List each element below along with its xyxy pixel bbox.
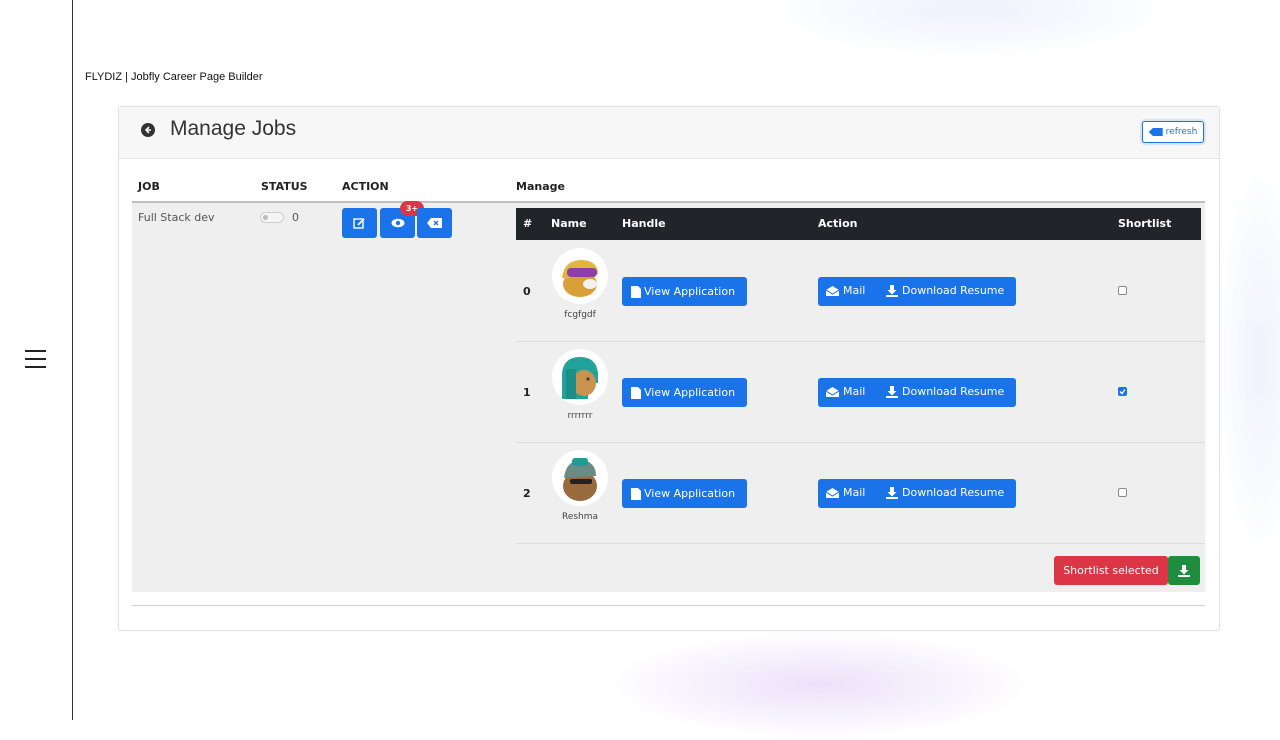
download-icon [1178,564,1190,577]
mail-label: Mail [843,284,866,297]
edit-icon [353,217,365,229]
file-icon [631,285,641,298]
manage-jobs-card: Manage Jobs refresh JOB STATUS ACTION Ma… [118,106,1220,631]
download-resume-button[interactable]: Download Resume [886,486,1004,499]
avatar [552,349,608,405]
download-resume-label: Download Resume [902,284,1005,297]
applicant-action-group: Mail Download Resume [818,277,1016,306]
view-application-label: View Application [644,285,736,298]
background-glow-top [760,0,1180,60]
view-application-button[interactable]: View Application [622,277,747,306]
table-row: 0 fcgfgdf View Application Mail Download… [516,240,1205,342]
refresh-button[interactable]: refresh [1142,121,1204,143]
mail-label: Mail [843,486,866,499]
row-index: 2 [523,487,531,500]
view-application-label: View Application [644,487,736,500]
back-arrow-icon[interactable] [141,123,155,137]
eye-icon [391,218,404,228]
applicant-name: Reshma [561,512,599,522]
th-action: Action [818,217,858,230]
mail-button[interactable]: Mail [826,486,865,499]
backspace-icon [1148,128,1163,136]
sidebar-divider [72,0,73,720]
shortlist-checkbox[interactable] [1118,387,1127,396]
row-index: 1 [523,386,531,399]
row-index: 0 [523,285,531,298]
edit-job-button[interactable] [342,208,377,238]
applicants-table-header: # Name Handle Action Shortlist [516,208,1201,240]
job-name: Full Stack dev [138,211,215,224]
backspace-icon [427,218,442,228]
th-name: Name [551,217,587,230]
mail-button[interactable]: Mail [826,284,865,297]
envelope-icon [826,285,839,296]
column-header-manage: Manage [516,180,565,193]
delete-job-button[interactable] [417,208,452,238]
download-resume-button[interactable]: Download Resume [886,385,1004,398]
file-icon [631,487,641,500]
brand-title: FLYDIZ | Jobfly Career Page Builder [85,71,263,83]
shortlist-selected-button[interactable]: Shortlist selected [1054,556,1168,585]
mail-button[interactable]: Mail [826,385,865,398]
table-row: 2 Reshma View Application Mail Download … [516,442,1205,544]
table-row: 1 rrrrrrr View Application Mail Download… [516,341,1205,443]
download-icon [886,385,898,398]
file-icon [631,386,641,399]
refresh-label: refresh [1165,127,1198,137]
avatar [552,450,608,506]
shortlist-checkbox[interactable] [1118,286,1127,295]
download-icon [886,284,898,297]
page-title: Manage Jobs [170,117,297,140]
card-bottom-divider [132,605,1205,606]
status-toggle[interactable] [260,212,284,223]
view-application-button[interactable]: View Application [622,479,747,508]
status-count: 0 [292,211,299,224]
applicant-name: fcgfgdf [564,310,596,320]
hamburger-menu-icon[interactable] [25,350,46,368]
envelope-icon [826,386,839,397]
applicant-action-group: Mail Download Resume [818,479,1016,508]
view-application-label: View Application [644,386,736,399]
th-num: # [523,217,533,230]
column-header-job: JOB [138,180,160,193]
download-resume-label: Download Resume [902,486,1005,499]
th-handle: Handle [622,217,666,230]
download-resume-button[interactable]: Download Resume [886,284,1004,297]
view-application-button[interactable]: View Application [622,378,747,407]
download-resume-label: Download Resume [902,385,1005,398]
background-glow-right [1215,150,1280,570]
mail-label: Mail [843,385,866,398]
applicant-name: rrrrrrr [567,411,593,421]
applicant-action-group: Mail Download Resume [818,378,1016,407]
avatar [552,248,608,304]
column-header-status: STATUS [261,180,308,193]
column-header-action: ACTION [342,180,389,193]
envelope-icon [826,487,839,498]
th-shortlist: Shortlist [1118,217,1172,230]
download-all-button[interactable] [1168,556,1200,585]
download-icon [886,486,898,499]
shortlist-checkbox[interactable] [1118,488,1127,497]
card-header: Manage Jobs refresh [119,107,1219,159]
background-glow-bottom [600,630,1040,740]
